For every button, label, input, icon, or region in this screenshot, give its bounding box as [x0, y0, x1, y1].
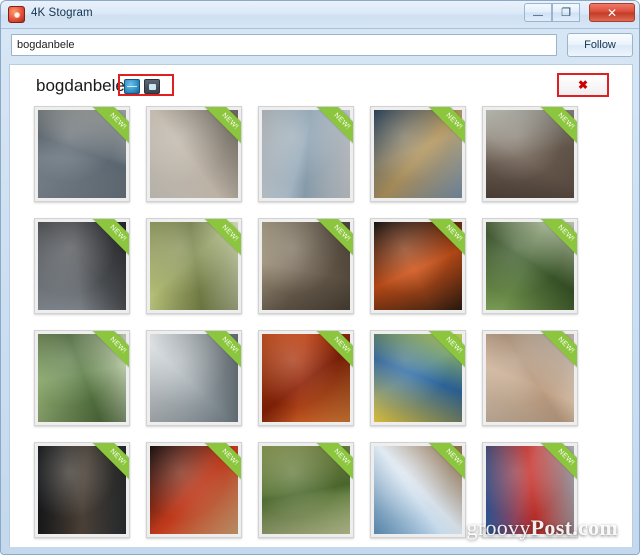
window-bottom-strip [1, 547, 639, 554]
profile-name: bogdanbele [36, 76, 125, 95]
photo-thumbnail[interactable]: NEW! [34, 106, 130, 202]
photo-thumbnail[interactable]: NEW! [146, 330, 242, 426]
photo-thumbnail[interactable]: NEW! [34, 218, 130, 314]
view-mode-icon-group [118, 74, 174, 96]
content-panel: bogdanbele ✖ NEW! NEW! NEW! NEW! NEW! NEW! NEW… [9, 64, 633, 548]
photo-thumbnail[interactable]: NEW! [258, 218, 354, 314]
globe-icon[interactable] [124, 79, 140, 94]
photo-thumbnail[interactable]: NEW! [146, 442, 242, 538]
photo-thumbnail[interactable]: NEW! [34, 442, 130, 538]
close-window-button[interactable]: ✕ [589, 3, 635, 22]
app-icon [8, 6, 25, 23]
watermark: groovyPost.com [467, 515, 618, 541]
watermark-light: groovy [466, 515, 531, 540]
photo-thumbnail[interactable]: NEW! [146, 106, 242, 202]
photo-thumbnail[interactable]: NEW! [258, 106, 354, 202]
photo-thumbnail[interactable]: NEW! [370, 442, 466, 538]
photo-thumbnail[interactable]: NEW! [370, 330, 466, 426]
photo-thumbnail[interactable]: NEW! [258, 330, 354, 426]
photo-thumbnail[interactable]: NEW! [482, 106, 578, 202]
photo-thumbnail[interactable]: NEW! [370, 218, 466, 314]
search-toolbar: Follow [1, 29, 639, 63]
remove-subscription-button[interactable]: ✖ [557, 73, 609, 97]
photo-grid: NEW! NEW! NEW! NEW! NEW! NEW! NEW! NEW! NEW! NEW!… [34, 106, 614, 546]
maximize-icon: ❐ [561, 7, 571, 19]
application-window: 4K Stogram — ❐ ✕ Follow bogdanbele ✖ NEW… [0, 0, 640, 555]
follow-button[interactable]: Follow [567, 33, 633, 57]
window-title: 4K Stogram [31, 7, 93, 19]
photo-thumbnail[interactable]: NEW! [258, 442, 354, 538]
photo-icon[interactable] [144, 79, 160, 94]
photo-thumbnail[interactable]: NEW! [34, 330, 130, 426]
title-bar: 4K Stogram — ❐ ✕ [1, 1, 639, 29]
photo-thumbnail[interactable]: NEW! [482, 330, 578, 426]
close-icon: ✕ [606, 5, 618, 20]
close-x-icon: ✖ [577, 78, 589, 92]
photo-thumbnail[interactable]: NEW! [482, 218, 578, 314]
search-input[interactable] [11, 34, 557, 56]
photo-thumbnail[interactable]: NEW! [370, 106, 466, 202]
maximize-button[interactable]: ❐ [552, 3, 580, 22]
minimize-icon: — [533, 10, 543, 21]
photo-thumbnail[interactable]: NEW! [146, 218, 242, 314]
watermark-bold: Post.com [530, 515, 618, 540]
minimize-button[interactable]: — [524, 3, 552, 22]
